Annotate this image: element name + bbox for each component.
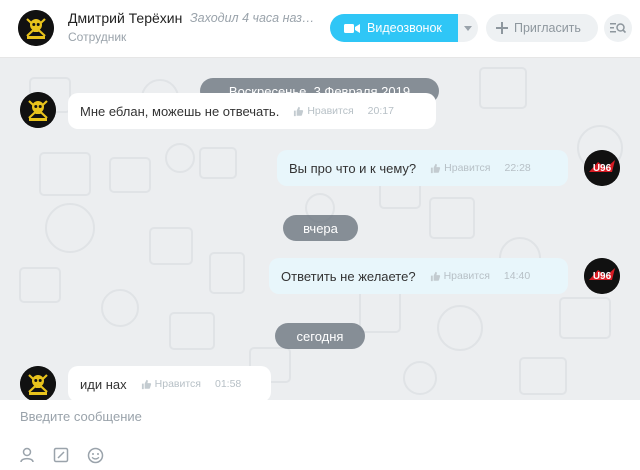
skull-avatar-icon [20,366,56,400]
plus-icon [496,22,508,34]
video-call-dropdown[interactable] [458,14,478,42]
video-call-button[interactable]: Видеозвонок [330,14,458,42]
message-bubble[interactable]: Мне еблан, можешь не отвечать. Нравится … [68,93,436,129]
contact-message-avatar[interactable] [20,366,56,400]
message-list[interactable]: Воскресенье, 3 Февраля 2019 Мне еблан, м… [0,58,640,400]
chat-header: Дмитрий Терёхин Заходил 4 часа назад Сот… [0,0,640,58]
emoji-button[interactable] [84,444,106,466]
contact-status: Заходил 4 часа назад [190,11,315,25]
user-icon [20,447,34,463]
like-button[interactable]: Нравится [141,378,201,390]
message-text: Ответить не желаете? [281,268,416,284]
message-bubble[interactable]: Вы про что и к чему? Нравится 22:28 [277,150,568,186]
thumbs-up-icon [430,271,441,282]
like-button[interactable]: Нравится [430,270,490,282]
message-time: 01:58 [214,378,242,390]
like-label: Нравится [444,162,491,174]
message-text: Мне еблан, можешь не отвечать. [80,103,280,119]
mention-user-button[interactable] [16,444,38,466]
skull-avatar-icon [18,10,54,46]
thumbs-up-icon [293,106,304,117]
like-button[interactable]: Нравится [430,162,491,174]
message-text: иди нах [80,376,127,392]
own-message-avatar[interactable] [584,258,620,294]
search-list-icon [610,23,626,34]
video-camera-icon [344,23,360,33]
invite-label: Пригласить [514,21,581,35]
message-bubble[interactable]: иди нах Нравится 01:58 [68,366,271,400]
date-separator: сегодня [275,323,365,349]
u96-logo-avatar-icon [584,258,620,294]
search-messages-button[interactable] [604,14,632,42]
thumbs-up-icon [430,163,441,174]
thumbs-up-icon [141,379,152,390]
chevron-down-icon [464,25,472,31]
own-message-avatar[interactable] [584,150,620,186]
message-time: 22:28 [504,162,531,174]
date-separator: вчера [283,215,358,241]
like-label: Нравится [307,105,354,117]
message-composer [0,400,640,470]
create-task-button[interactable] [50,444,72,466]
message-bubble[interactable]: Ответить не желаете? Нравится 14:40 [269,258,568,294]
u96-logo-avatar-icon [584,150,620,186]
invite-button[interactable]: Пригласить [486,14,598,42]
skull-avatar-icon [20,92,56,128]
smile-icon [87,447,103,463]
video-call-label: Видеозвонок [367,21,442,35]
message-input[interactable] [20,405,620,427]
message-text: Вы про что и к чему? [289,160,417,176]
edit-box-icon [53,447,69,463]
contact-role: Сотрудник [68,30,127,44]
like-button[interactable]: Нравится [293,105,354,117]
message-time: 14:40 [503,270,531,282]
message-time: 20:17 [367,105,394,117]
like-label: Нравится [443,270,490,282]
like-label: Нравится [154,378,201,390]
contact-avatar[interactable] [18,10,54,46]
contact-message-avatar[interactable] [20,92,56,128]
contact-name[interactable]: Дмитрий Терёхин [68,10,182,26]
